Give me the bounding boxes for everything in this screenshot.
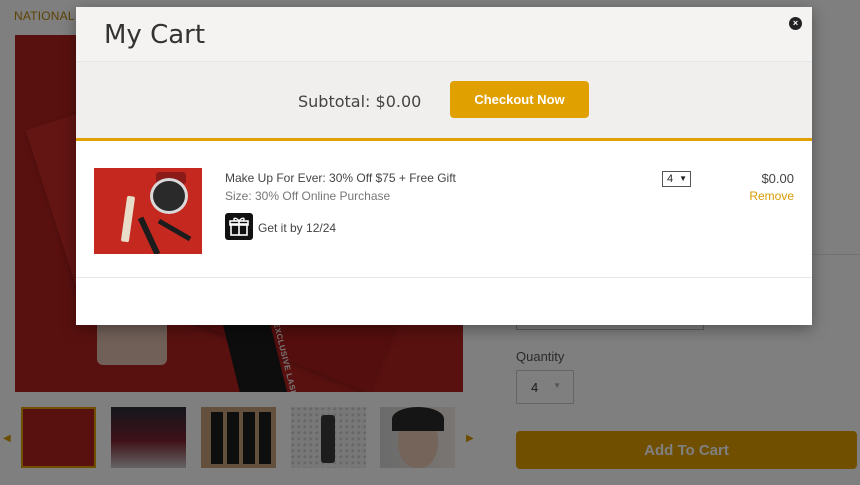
cart-item-price: $0.00: [761, 171, 794, 186]
remove-link[interactable]: Remove: [749, 189, 794, 203]
cart-item: Make Up For Ever: 30% Off $75 + Free Gif…: [76, 144, 812, 278]
gift-icon: [225, 213, 253, 240]
modal-header: My Cart ×: [76, 7, 812, 62]
chevron-down-icon: ▼: [679, 174, 687, 183]
cart-summary: Subtotal: $0.00 Checkout Now: [76, 62, 812, 141]
item-quantity-select[interactable]: 4 ▼: [662, 171, 691, 187]
item-quantity-value: 4: [667, 173, 674, 185]
delivery-estimate: Get it by 12/24: [258, 221, 337, 235]
cart-item-name[interactable]: Make Up For Ever: 30% Off $75 + Free Gif…: [225, 171, 456, 185]
cart-item-image[interactable]: [94, 168, 202, 254]
close-icon[interactable]: ×: [789, 17, 802, 30]
cart-item-size: Size: 30% Off Online Purchase: [225, 189, 391, 203]
modal-title: My Cart: [104, 20, 206, 50]
subtotal-text: Subtotal: $0.00: [298, 92, 422, 111]
checkout-now-button[interactable]: Checkout Now: [450, 81, 589, 118]
cart-modal: My Cart × Subtotal: $0.00 Checkout Now M…: [76, 7, 812, 325]
